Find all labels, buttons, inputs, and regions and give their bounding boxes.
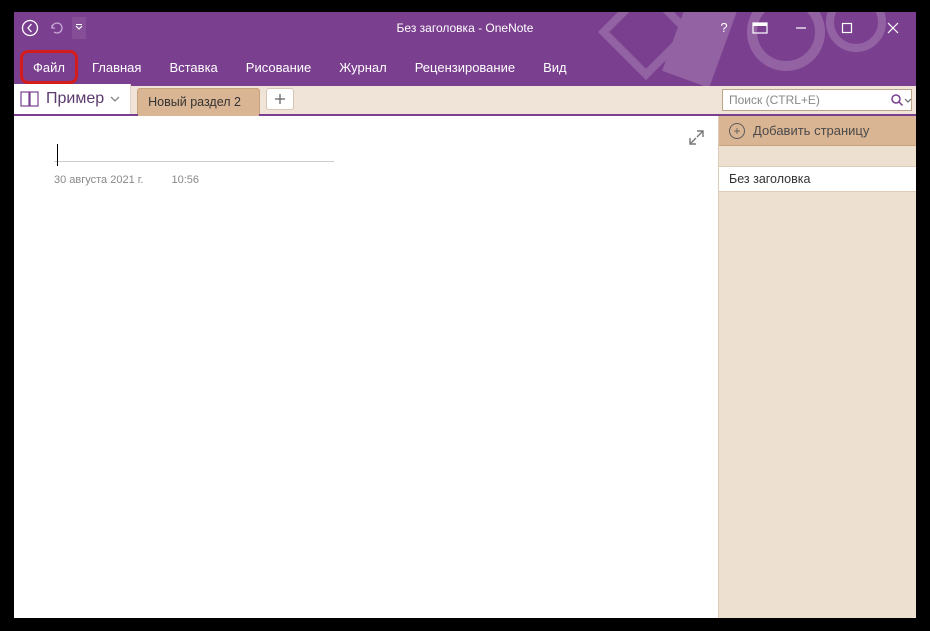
app-window: Без заголовка - OneNote ? (14, 12, 916, 618)
search-box[interactable] (722, 89, 912, 111)
expand-icon[interactable] (689, 130, 704, 145)
body-area: 30 августа 2021 г. 10:56 + Добавить стра… (14, 116, 916, 618)
page-item-active[interactable]: Без заголовка (719, 166, 916, 192)
search-icon[interactable] (890, 93, 904, 107)
page-pane-gap (719, 146, 916, 166)
note-canvas[interactable]: 30 августа 2021 г. 10:56 (14, 116, 718, 618)
notebook-bar: Пример Новый раздел 2 (14, 86, 916, 116)
add-page-label: Добавить страницу (753, 123, 869, 138)
qat-customize-dropdown[interactable] (72, 17, 86, 39)
notebook-selector[interactable]: Пример (14, 84, 131, 114)
plus-circle-icon: + (729, 123, 745, 139)
search-input[interactable] (723, 90, 890, 110)
note-time: 10:56 (171, 174, 199, 186)
window-controls: ? (706, 12, 916, 44)
ribbon-tab-history[interactable]: Журнал (325, 48, 400, 86)
page-item-label: Без заголовка (729, 172, 810, 186)
search-dropdown[interactable] (904, 98, 912, 103)
section-tab-active[interactable]: Новый раздел 2 (137, 88, 260, 114)
note-meta: 30 августа 2021 г. 10:56 (54, 174, 698, 186)
page-pane: + Добавить страницу Без заголовка (718, 116, 916, 618)
add-section-button[interactable] (266, 88, 294, 110)
ribbon-tabs: Файл Главная Вставка Рисование Журнал Ре… (14, 44, 916, 86)
chevron-down-icon (110, 96, 120, 102)
title-bar: Без заголовка - OneNote ? (14, 12, 916, 44)
undo-button[interactable] (44, 16, 68, 40)
help-button[interactable]: ? (706, 12, 742, 44)
maximize-button[interactable] (824, 12, 870, 44)
ribbon-tab-view[interactable]: Вид (529, 48, 581, 86)
ribbon-display-options-button[interactable] (742, 12, 778, 44)
ribbon-tab-insert[interactable]: Вставка (155, 48, 231, 86)
minimize-button[interactable] (778, 12, 824, 44)
ribbon-tab-draw[interactable]: Рисование (232, 48, 325, 86)
window-title: Без заголовка - OneNote (397, 21, 534, 35)
notebook-name: Пример (46, 90, 104, 108)
add-page-button[interactable]: + Добавить страницу (719, 116, 916, 146)
ribbon-tab-file[interactable]: Файл (20, 50, 78, 84)
back-button[interactable] (18, 16, 42, 40)
note-title-input[interactable] (54, 134, 334, 162)
quick-access-toolbar (14, 16, 86, 40)
section-tab-label: Новый раздел 2 (148, 95, 241, 109)
ribbon-tab-review[interactable]: Рецензирование (401, 48, 529, 86)
close-button[interactable] (870, 12, 916, 44)
svg-text:?: ? (720, 21, 727, 35)
note-date: 30 августа 2021 г. (54, 174, 143, 186)
notebook-icon (20, 90, 40, 108)
text-cursor (57, 144, 58, 166)
ribbon-tab-home[interactable]: Главная (78, 48, 155, 86)
